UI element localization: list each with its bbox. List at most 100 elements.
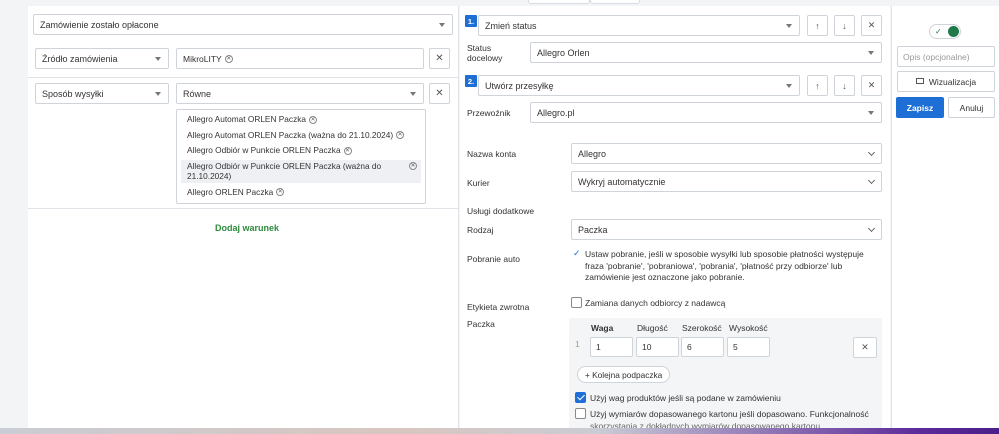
weight-input[interactable]: 1 bbox=[590, 337, 633, 357]
condition-field-source-value: Źródło zamówienia bbox=[42, 53, 118, 64]
action-type-select-2[interactable]: Utwórz przesyłkę bbox=[478, 75, 800, 96]
account-select[interactable]: Allegro bbox=[571, 143, 882, 164]
caret-down-icon bbox=[786, 84, 792, 88]
return-label: Etykieta zwrotna bbox=[467, 302, 530, 312]
chip-remove-icon[interactable]: ✕ bbox=[343, 146, 352, 155]
use-weights-text: Użyj wag produktów jeśli są podane w zam… bbox=[590, 393, 781, 403]
width-header: Szerokość bbox=[682, 323, 722, 333]
chevron-down-icon bbox=[867, 176, 876, 185]
remove-condition-button[interactable]: ✕ bbox=[429, 48, 450, 69]
description-placeholder: Opis (opcjonalne) bbox=[903, 51, 970, 62]
check-icon: ✓ bbox=[935, 27, 942, 36]
chip-remove-icon[interactable]: ✕ bbox=[396, 131, 405, 140]
package-type-value: Paczka bbox=[578, 224, 608, 235]
caret-down-icon bbox=[155, 92, 161, 96]
visualize-button[interactable]: Wizualizacja bbox=[897, 71, 995, 92]
width-input[interactable]: 6 bbox=[681, 337, 724, 357]
caret-down-icon bbox=[410, 92, 416, 96]
shipping-operator-value: Równe bbox=[183, 88, 212, 99]
cancel-button[interactable]: Anuluj bbox=[948, 97, 995, 118]
source-chip-label: MikroLITY bbox=[183, 53, 222, 64]
use-dims-text: Użyj wymiarów dopasowanego kartonu jeśli… bbox=[590, 409, 869, 419]
move-up-button[interactable]: ↑ bbox=[807, 15, 828, 36]
carrier-select[interactable]: Allegro.pl bbox=[530, 102, 882, 123]
target-status-label: Status docelowy bbox=[467, 43, 503, 63]
list-item: Allegro Automat ORLEN Paczka (ważna do 2… bbox=[187, 129, 405, 140]
order-status-value: Zamówienie zostało opłacone bbox=[40, 19, 159, 30]
monitor-icon bbox=[915, 77, 924, 84]
services-label: Usługi dodatkowe bbox=[467, 206, 535, 216]
top-tab-1[interactable] bbox=[528, 0, 590, 4]
height-input[interactable]: 5 bbox=[727, 337, 770, 357]
action-type-select-1[interactable]: Zmień status bbox=[478, 15, 800, 36]
caret-down-icon bbox=[155, 57, 161, 61]
swap-recipient-text: Zamiana danych odbiorcy z nadawcą bbox=[585, 298, 726, 308]
divider bbox=[28, 208, 459, 209]
list-item: Allegro Odbiór w Punkcie ORLEN Paczka ✕ bbox=[187, 145, 352, 155]
list-item: Allegro Automat ORLEN Paczka ✕ bbox=[187, 114, 317, 124]
remove-condition-button[interactable]: ✕ bbox=[429, 83, 450, 104]
visualize-label: Wizualizacja bbox=[928, 76, 977, 87]
chip-remove-icon[interactable]: ✕ bbox=[276, 188, 285, 197]
package-type-label: Rodzaj bbox=[467, 225, 494, 235]
add-condition-link[interactable]: Dodaj warunek bbox=[215, 223, 279, 233]
shipping-operator-select[interactable]: Równe bbox=[176, 83, 424, 104]
length-input[interactable]: 10 bbox=[636, 337, 679, 357]
list-item: Allegro ORLEN Paczka ✕ bbox=[187, 186, 285, 197]
use-weights-checkbox[interactable] bbox=[575, 392, 586, 403]
swap-recipient-checkbox[interactable] bbox=[571, 297, 582, 308]
courier-value: Wykryj automatycznie bbox=[578, 176, 666, 187]
add-subpackage-button[interactable]: + Kolejna podpaczka bbox=[577, 366, 671, 383]
description-input[interactable]: Opis (opcjonalne) bbox=[897, 46, 995, 67]
remove-package-button[interactable]: ✕ bbox=[853, 337, 877, 358]
length-header: Długość bbox=[637, 323, 668, 333]
check-icon[interactable]: ✓ bbox=[573, 248, 581, 259]
cod-description: Ustaw pobranie, jeśli w sposobie wysyłki… bbox=[585, 249, 864, 282]
move-up-button[interactable]: ↑ bbox=[807, 75, 828, 96]
condition-field-shipping[interactable]: Sposób wysyłki bbox=[35, 83, 169, 104]
active-toggle[interactable]: ✓ bbox=[929, 24, 961, 39]
height-header: Wysokość bbox=[729, 323, 768, 333]
divider bbox=[28, 77, 459, 78]
chip-remove-icon[interactable]: ✕ bbox=[308, 115, 317, 124]
chip-remove-icon[interactable]: ✕ bbox=[409, 161, 417, 170]
source-chip: MikroLITY ✕ bbox=[183, 54, 233, 64]
caret-down-icon bbox=[868, 51, 874, 55]
action-type-value: Zmień status bbox=[485, 20, 537, 31]
carrier-label: Przewoźnik bbox=[467, 108, 511, 118]
target-status-select[interactable]: Allegro Orlen bbox=[530, 42, 882, 63]
package-type-select[interactable]: Paczka bbox=[571, 219, 882, 240]
top-strip bbox=[0, 0, 999, 5]
caret-down-icon bbox=[868, 111, 874, 115]
conditions-panel: ⋮⋮ Zamówienie zostało opłacone Źródło za… bbox=[28, 6, 459, 434]
source-value-input[interactable]: MikroLITY ✕ bbox=[176, 48, 424, 69]
package-row-index: 1 bbox=[575, 339, 580, 349]
weight-header: Waga bbox=[591, 323, 614, 333]
account-label: Nazwa konta bbox=[467, 149, 517, 159]
use-dims-checkbox[interactable] bbox=[575, 408, 586, 419]
shipping-values-list[interactable]: Allegro Automat ORLEN Paczka ✕ Allegro Au… bbox=[176, 109, 426, 204]
chevron-down-icon bbox=[867, 148, 876, 157]
top-tab-2[interactable] bbox=[590, 0, 640, 4]
chip-remove-icon[interactable]: ✕ bbox=[224, 54, 233, 63]
dock-strip bbox=[0, 428, 999, 434]
caret-down-icon bbox=[786, 24, 792, 28]
remove-action-button[interactable]: ✕ bbox=[861, 75, 882, 96]
move-down-button[interactable]: ↓ bbox=[834, 15, 855, 36]
order-status-select[interactable]: Zamówienie zostało opłacone bbox=[33, 14, 453, 35]
target-status-value: Allegro Orlen bbox=[537, 47, 590, 58]
condition-field-source[interactable]: Źródło zamówienia bbox=[35, 48, 169, 69]
remove-action-button[interactable]: ✕ bbox=[861, 15, 882, 36]
side-panel: ✓ Opis (opcjonalne) Wizualizacja Zapisz … bbox=[891, 6, 999, 434]
move-down-button[interactable]: ↓ bbox=[834, 75, 855, 96]
courier-select[interactable]: Wykryj automatycznie bbox=[571, 171, 882, 192]
chevron-down-icon bbox=[867, 224, 876, 233]
cod-label: Pobranie auto bbox=[467, 254, 520, 264]
save-button[interactable]: Zapisz bbox=[896, 97, 944, 118]
condition-field-shipping-value: Sposób wysyłki bbox=[42, 88, 104, 99]
action-type-value: Utwórz przesyłkę bbox=[485, 80, 554, 91]
action-number-badge: 2. bbox=[465, 75, 477, 87]
courier-label: Kurier bbox=[467, 178, 490, 188]
list-item: Allegro Odbiór w Punkcie ORLEN Paczka (w… bbox=[181, 159, 421, 183]
carrier-value: Allegro.pl bbox=[537, 107, 575, 118]
